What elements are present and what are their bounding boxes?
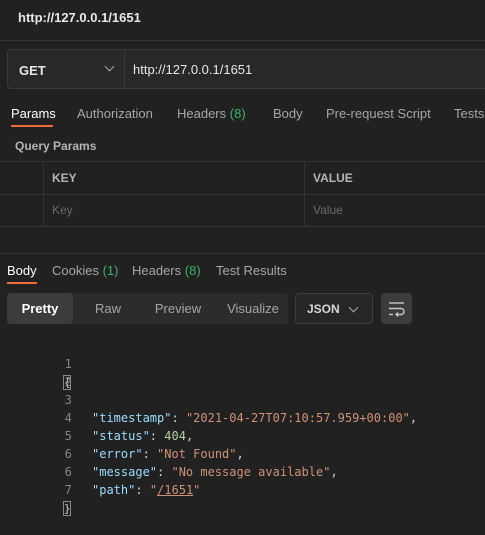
key-column-header: KEY xyxy=(52,171,77,185)
response-divider xyxy=(0,253,485,254)
view-visualize-button[interactable]: Visualize xyxy=(218,293,288,324)
line-number: 4 xyxy=(64,411,72,425)
method-label: GET xyxy=(19,63,46,78)
cookies-count-badge: (1) xyxy=(102,263,119,278)
json-key: "error" xyxy=(92,447,143,461)
code-line: 5 "error": "Not Found", xyxy=(0,409,244,461)
tab-tests[interactable]: Tests xyxy=(454,106,484,121)
view-mode-switch: Pretty Raw Preview Visualize xyxy=(7,293,288,324)
table-bottom-border xyxy=(0,226,485,227)
response-headers-label: Headers xyxy=(132,263,182,278)
line-number: 5 xyxy=(64,429,72,443)
tab-body[interactable]: Body xyxy=(273,106,303,121)
wrap-lines-button[interactable] xyxy=(381,293,412,324)
cookies-label: Cookies xyxy=(52,263,99,278)
response-tab-headers[interactable]: Headers (8) xyxy=(132,263,201,278)
chevron-down-icon xyxy=(104,61,115,72)
method-select[interactable]: GET xyxy=(8,50,125,88)
table-col-divider xyxy=(304,161,305,226)
table-col-divider xyxy=(43,161,44,226)
code-line: 3 "timestamp": "2021-04-27T07:10:57.959+… xyxy=(0,373,417,425)
tab-params[interactable]: Params xyxy=(11,106,56,121)
code-line: 6 "path": "/1651" xyxy=(0,445,201,497)
json-key: "timestamp" xyxy=(92,411,172,425)
response-tab-cookies[interactable]: Cookies (1) xyxy=(52,263,118,278)
line-number: 7 xyxy=(28,481,72,499)
format-select[interactable]: JSON xyxy=(295,293,373,324)
value-input[interactable]: Value xyxy=(313,203,343,217)
active-tab-indicator xyxy=(11,125,53,127)
json-value: "2021-04-27T07:10:57.959+00:00" xyxy=(185,411,410,425)
json-value: 404 xyxy=(164,429,186,443)
table-top-border xyxy=(0,161,485,162)
code-line: 1 { xyxy=(0,337,72,390)
view-pretty-button[interactable]: Pretty xyxy=(7,293,73,324)
wrap-lines-icon xyxy=(389,302,405,317)
table-header-border xyxy=(0,194,485,195)
response-headers-count-badge: (8) xyxy=(184,263,201,278)
url-input[interactable]: http://127.0.0.1/1651 xyxy=(133,62,252,77)
view-raw-button[interactable]: Raw xyxy=(78,293,138,324)
line-number: 2 xyxy=(64,375,72,389)
response-tab-test-results[interactable]: Test Results xyxy=(216,263,287,278)
view-preview-button[interactable]: Preview xyxy=(138,293,218,324)
tab-pre-request-script[interactable]: Pre-request Script xyxy=(326,106,431,121)
code-brace-close: } xyxy=(63,501,71,516)
json-value: "Not Found" xyxy=(157,447,237,461)
title-divider xyxy=(0,40,485,41)
code-line: 6 "message": "No message available", xyxy=(0,427,338,479)
code-line: 4 "status": 404, xyxy=(0,391,194,443)
tab-authorization[interactable]: Authorization xyxy=(77,106,153,121)
chevron-down-icon xyxy=(348,302,359,313)
tab-headers[interactable]: Headers (8) xyxy=(177,106,246,121)
format-label: JSON xyxy=(307,302,340,316)
json-key: "status" xyxy=(92,429,150,443)
tab-headers-label: Headers xyxy=(177,106,227,121)
path-link[interactable]: /1651 xyxy=(157,483,193,497)
line-number: 6 xyxy=(64,465,72,479)
query-params-title: Query Params xyxy=(15,139,97,153)
response-active-tab-indicator xyxy=(7,282,37,284)
code-line: 2 xyxy=(0,355,72,389)
json-key: "path" xyxy=(92,483,136,497)
json-value: "No message available" xyxy=(171,465,331,479)
request-title: http://127.0.0.1/1651 xyxy=(18,10,141,25)
response-tab-body[interactable]: Body xyxy=(7,263,37,278)
key-input[interactable]: Key xyxy=(52,203,73,217)
url-bar: GET http://127.0.0.1/1651 xyxy=(7,49,485,89)
json-key: "message" xyxy=(92,465,158,479)
line-number: 3 xyxy=(64,393,72,407)
line-number: 1 xyxy=(64,357,72,371)
headers-count-badge: (8) xyxy=(229,106,246,121)
value-column-header: VALUE xyxy=(313,171,353,185)
line-number: 6 xyxy=(64,447,72,461)
code-line: 7 } xyxy=(0,463,72,516)
